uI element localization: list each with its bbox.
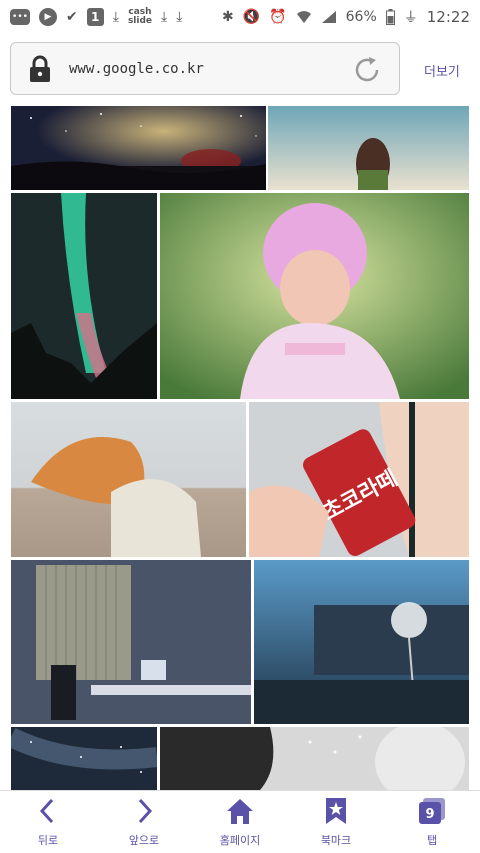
signal-icon bbox=[321, 10, 337, 24]
download-icon-2: ⤓ bbox=[161, 8, 168, 25]
mute-icon: 🔇 bbox=[242, 8, 261, 25]
image-face-closeup[interactable] bbox=[160, 727, 469, 790]
starry-sky-art bbox=[11, 106, 266, 190]
can-drink-art: 초코라떼 bbox=[249, 402, 469, 557]
cashslide-label-2: slide bbox=[127, 15, 153, 26]
red-hair-beach-art bbox=[11, 402, 246, 557]
status-bar-notifications: ••• ▶ ✔ 1 ⤓ cash slide ⤓ ⤓ bbox=[10, 7, 183, 26]
url-text[interactable]: www.google.co.kr bbox=[69, 43, 204, 96]
forward-button[interactable]: 앞으로 bbox=[96, 791, 192, 853]
tabs-icon: 9 bbox=[419, 798, 445, 824]
home-icon bbox=[227, 799, 253, 824]
status-bar-system: ✱ 🔇 ⏰ 66% ⏚ 12:22 bbox=[222, 7, 470, 27]
forward-label: 앞으로 bbox=[128, 834, 160, 847]
dark-room-art bbox=[11, 560, 251, 724]
bluetooth-icon: ✱ bbox=[222, 8, 234, 25]
back-label: 뒤로 bbox=[37, 834, 59, 847]
image-red-hair-beach[interactable] bbox=[11, 402, 246, 557]
wifi-icon bbox=[296, 10, 312, 24]
image-night-sky[interactable] bbox=[11, 727, 157, 790]
back-button[interactable]: 뒤로 bbox=[0, 791, 96, 853]
bookmark-button[interactable]: 북마크 bbox=[288, 791, 384, 853]
image-aurora[interactable] bbox=[11, 193, 157, 399]
bottom-navigation: 뒤로 앞으로 홈페이지 북마크 9 탭 bbox=[0, 790, 480, 853]
more-link[interactable]: 더보기 bbox=[424, 61, 460, 80]
image-dark-room[interactable] bbox=[11, 560, 251, 724]
bookmark-icon bbox=[326, 798, 346, 824]
girl-sky-art bbox=[268, 106, 469, 190]
status-bar: ••• ▶ ✔ 1 ⤓ cash slide ⤓ ⤓ ✱ 🔇 ⏰ 66% ⏚ 1… bbox=[0, 0, 480, 33]
image-girl-sky[interactable] bbox=[268, 106, 469, 190]
lock-icon bbox=[30, 55, 50, 82]
face-closeup-art bbox=[160, 727, 469, 790]
app-one-icon: 1 bbox=[86, 7, 104, 26]
home-label: 홈페이지 bbox=[219, 834, 261, 847]
dandelion-art bbox=[254, 560, 469, 724]
usb-icon: ⏚ bbox=[403, 9, 418, 26]
tab-count: 9 bbox=[425, 807, 434, 822]
image-pink-hair-girl[interactable] bbox=[160, 193, 469, 399]
tabs-button[interactable]: 9 탭 bbox=[384, 791, 480, 853]
check-icon: ✔ bbox=[66, 8, 78, 25]
image-results-grid: 초코라떼 bbox=[0, 106, 480, 790]
chevron-left-icon bbox=[39, 798, 54, 824]
chat-icon: ••• bbox=[10, 8, 30, 25]
alarm-icon: ⏰ bbox=[269, 8, 287, 25]
download-icon: ⤓ bbox=[112, 8, 119, 25]
home-button[interactable]: 홈페이지 bbox=[192, 791, 288, 853]
cashslide-icon: cash slide bbox=[127, 7, 153, 26]
bookmark-label: 북마크 bbox=[320, 834, 352, 847]
night-sky-art bbox=[11, 727, 157, 790]
address-row: www.google.co.kr 더보기 bbox=[0, 33, 480, 106]
aurora-art bbox=[11, 193, 157, 399]
reload-icon[interactable] bbox=[351, 54, 383, 86]
url-bar[interactable]: www.google.co.kr bbox=[10, 42, 400, 95]
battery-icon bbox=[385, 8, 395, 25]
download-icon-3: ⤓ bbox=[176, 8, 183, 25]
image-can-drink[interactable]: 초코라떼 bbox=[249, 402, 469, 557]
chevron-right-icon bbox=[138, 798, 153, 824]
tabs-label: 탭 bbox=[426, 834, 438, 847]
image-dandelion[interactable] bbox=[254, 560, 469, 724]
clock: 12:22 bbox=[426, 7, 470, 26]
play-icon: ▶ bbox=[39, 7, 57, 26]
image-starry-sky[interactable] bbox=[11, 106, 266, 190]
battery-percent: 66% bbox=[345, 8, 377, 25]
pink-hair-girl-art bbox=[160, 193, 469, 399]
